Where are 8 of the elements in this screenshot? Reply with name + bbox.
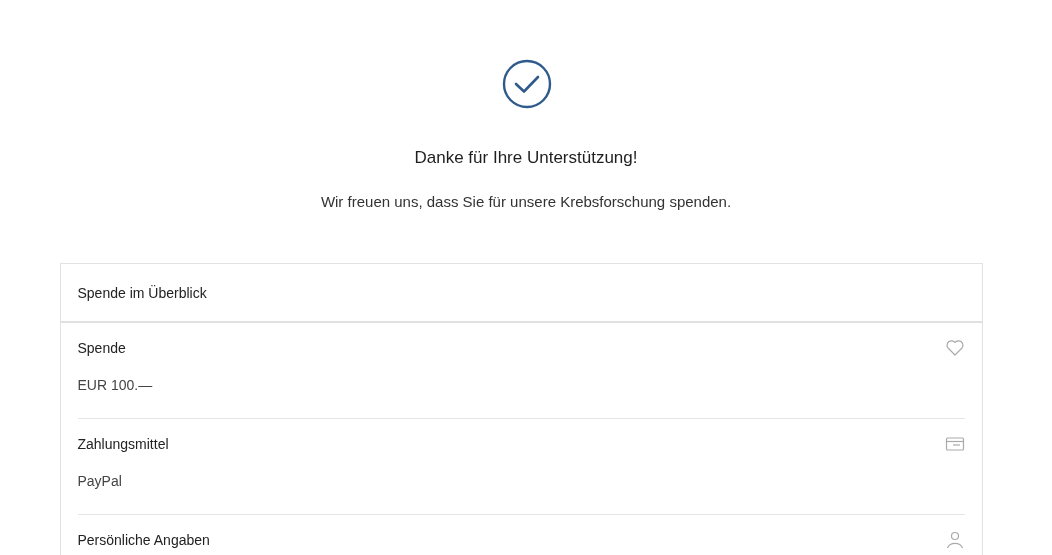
thank-you-message: Wir freuen uns, dass Sie für unsere Krebsforschung spenden. [320, 193, 732, 210]
section-value: EUR 100.— [77, 377, 153, 393]
section-value: PayPal [77, 473, 123, 489]
section-label: Zahlungsmittel [77, 436, 169, 452]
section-label: Spende [77, 340, 127, 356]
section-label: Persönliche Angaben [77, 532, 210, 548]
card-title: Spende im Überblick [77, 284, 207, 301]
thank-you-title: Danke für Ihre Unterstützung! [414, 148, 638, 168]
